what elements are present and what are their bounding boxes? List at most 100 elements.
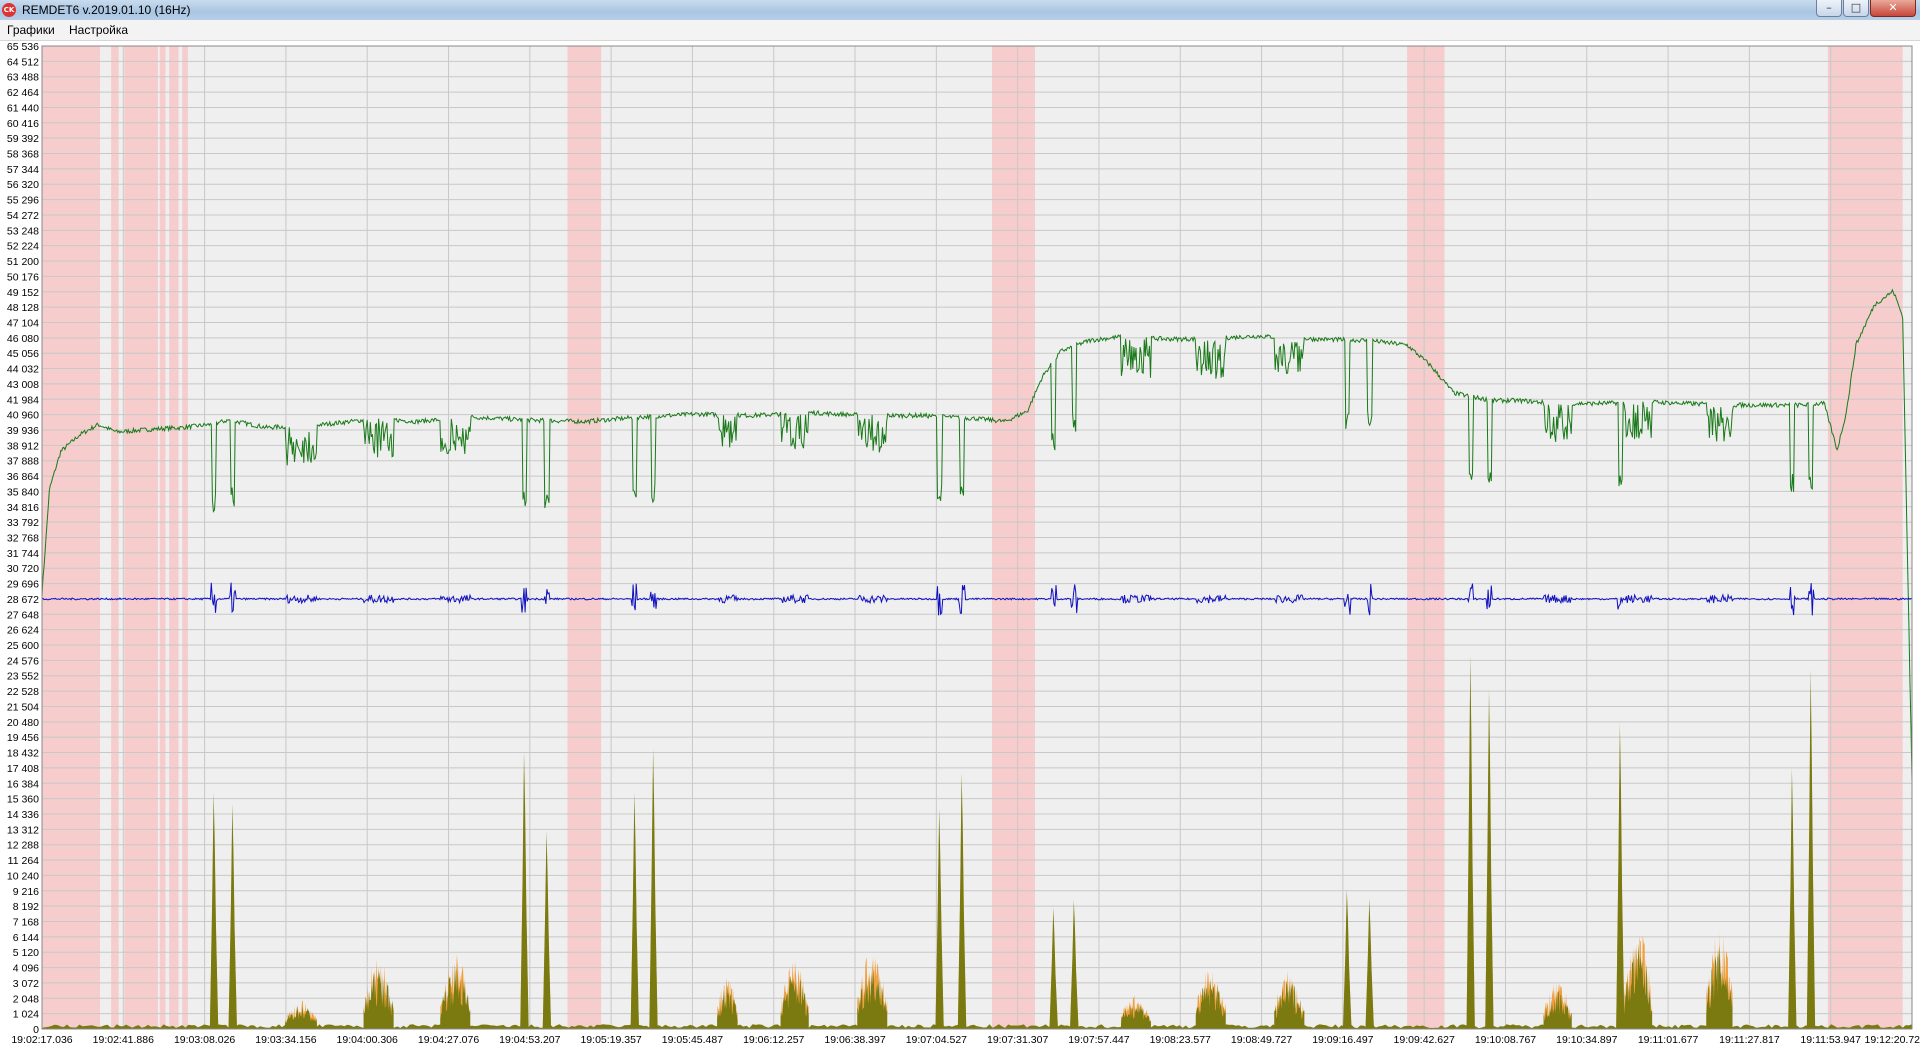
y-tick-label: 32 768 <box>7 533 39 545</box>
y-tick-label: 25 600 <box>7 640 39 652</box>
y-tick-label: 8 192 <box>13 901 39 913</box>
x-tick-label: 19:04:53.207 <box>499 1034 560 1046</box>
y-tick-label: 7 168 <box>13 916 39 928</box>
y-tick-label: 54 272 <box>7 210 39 222</box>
chart-area[interactable]: 65 536 64 512 63 488 62 464 61 440 60 416 59 3… <box>0 41 1920 1050</box>
x-tick-label: 19:07:31.307 <box>987 1034 1048 1046</box>
x-tick-label: 19:10:34.897 <box>1556 1034 1617 1046</box>
y-tick-label: 38 912 <box>7 440 39 452</box>
x-tick-label: 19:08:49.727 <box>1231 1034 1292 1046</box>
minimize-icon: – <box>1826 1 1832 14</box>
y-tick-label: 33 792 <box>7 517 39 529</box>
y-tick-label: 3 072 <box>13 978 39 990</box>
x-tick-label: 19:09:16.497 <box>1312 1034 1373 1046</box>
y-tick-label: 58 368 <box>7 149 39 161</box>
x-tick-label: 19:07:57.447 <box>1068 1034 1129 1046</box>
signal-chart[interactable]: 65 536 64 512 63 488 62 464 61 440 60 416 59 3… <box>0 41 1920 1050</box>
y-tick-label: 29 696 <box>7 579 39 591</box>
close-icon: ✕ <box>1888 1 1898 14</box>
app-icon: CK <box>2 3 16 17</box>
y-tick-label: 22 528 <box>7 686 39 698</box>
window-title: REMDET6 v.2019.01.10 (16Hz) <box>22 3 191 17</box>
y-tick-label: 57 344 <box>7 164 39 176</box>
y-tick-label: 44 032 <box>7 364 39 376</box>
y-tick-label: 15 360 <box>7 794 39 806</box>
y-tick-label: 37 888 <box>7 456 39 468</box>
y-tick-label: 18 432 <box>7 748 39 760</box>
y-tick-label: 19 456 <box>7 732 39 744</box>
y-tick-label: 5 120 <box>13 947 39 959</box>
y-tick-label: 45 056 <box>7 348 39 360</box>
x-tick-label: 19:02:41.886 <box>93 1034 154 1046</box>
y-tick-label: 61 440 <box>7 102 39 114</box>
x-tick-label: 19:06:12.257 <box>743 1034 804 1046</box>
y-tick-label: 64 512 <box>7 56 39 68</box>
y-tick-label: 13 312 <box>7 824 39 836</box>
y-tick-label: 40 960 <box>7 410 39 422</box>
y-tick-label: 30 720 <box>7 563 39 575</box>
y-tick-label: 34 816 <box>7 502 39 514</box>
y-tick-label: 4 096 <box>13 963 39 975</box>
x-tick-label: 19:11:27.817 <box>1719 1034 1780 1046</box>
x-tick-label: 19:06:38.397 <box>824 1034 885 1046</box>
y-tick-label: 14 336 <box>7 809 39 821</box>
minimize-button[interactable]: – <box>1816 0 1842 17</box>
x-tick-label: 19:03:08.026 <box>174 1034 235 1046</box>
y-tick-label: 63 488 <box>7 72 39 84</box>
y-tick-label: 39 936 <box>7 425 39 437</box>
y-tick-label: 65 536 <box>7 41 39 53</box>
x-tick-label: 19:11:53.947 <box>1800 1034 1861 1046</box>
x-tick-label: 19:03:34.156 <box>255 1034 316 1046</box>
window-controls: – □ ✕ <box>1816 0 1916 18</box>
y-tick-label: 26 624 <box>7 625 39 637</box>
y-tick-label: 36 864 <box>7 471 39 483</box>
y-tick-label: 9 216 <box>13 886 39 898</box>
title-bar: CK REMDET6 v.2019.01.10 (16Hz) – □ ✕ <box>0 0 1920 20</box>
y-tick-label: 56 320 <box>7 179 39 191</box>
y-tick-label: 52 224 <box>7 241 39 253</box>
y-tick-label: 17 408 <box>7 763 39 775</box>
x-tick-label: 19:05:19.357 <box>580 1034 641 1046</box>
y-tick-label: 53 248 <box>7 225 39 237</box>
y-tick-label: 1 024 <box>13 1009 39 1021</box>
y-tick-label: 43 008 <box>7 379 39 391</box>
x-tick-label: 19:10:08.767 <box>1475 1034 1536 1046</box>
y-tick-label: 28 672 <box>7 594 39 606</box>
y-tick-label: 51 200 <box>7 256 39 268</box>
y-tick-label: 23 552 <box>7 671 39 683</box>
y-tick-label: 2 048 <box>13 993 39 1005</box>
y-tick-label: 47 104 <box>7 317 39 329</box>
x-tick-label: 19:02:17.036 <box>11 1034 72 1046</box>
x-tick-label: 19:09:42.627 <box>1394 1034 1455 1046</box>
y-tick-label: 59 392 <box>7 133 39 145</box>
x-tick-label: 19:04:27.076 <box>418 1034 479 1046</box>
y-tick-label: 6 144 <box>13 932 39 944</box>
x-tick-label: 19:04:00.306 <box>337 1034 398 1046</box>
y-tick-label: 27 648 <box>7 609 39 621</box>
maximize-button[interactable]: □ <box>1843 0 1869 17</box>
y-tick-label: 20 480 <box>7 717 39 729</box>
y-tick-label: 12 288 <box>7 840 39 852</box>
y-tick-label: 31 744 <box>7 548 39 560</box>
y-tick-label: 35 840 <box>7 486 39 498</box>
y-tick-label: 41 984 <box>7 394 39 406</box>
x-tick-label: 19:11:01.677 <box>1638 1034 1699 1046</box>
menu-graphs[interactable]: Графики <box>7 23 55 37</box>
x-tick-label: 19:07:04.527 <box>906 1034 967 1046</box>
x-tick-label: 19:05:45.487 <box>662 1034 723 1046</box>
maximize-icon: □ <box>1850 1 1862 14</box>
close-button[interactable]: ✕ <box>1870 0 1916 17</box>
menu-bar: Графики Настройка <box>0 20 1920 41</box>
y-tick-label: 49 152 <box>7 287 39 299</box>
y-tick-label: 48 128 <box>7 302 39 314</box>
menu-settings[interactable]: Настройка <box>69 23 128 37</box>
x-tick-label: 19:12:20.72 <box>1865 1034 1920 1046</box>
y-tick-label: 55 296 <box>7 195 39 207</box>
y-tick-label: 10 240 <box>7 870 39 882</box>
y-tick-label: 11 264 <box>8 855 39 867</box>
y-tick-label: 50 176 <box>7 271 39 283</box>
y-tick-label: 62 464 <box>7 87 39 99</box>
y-tick-label: 24 576 <box>7 655 39 667</box>
y-tick-label: 16 384 <box>7 778 39 790</box>
y-tick-label: 21 504 <box>7 701 39 713</box>
